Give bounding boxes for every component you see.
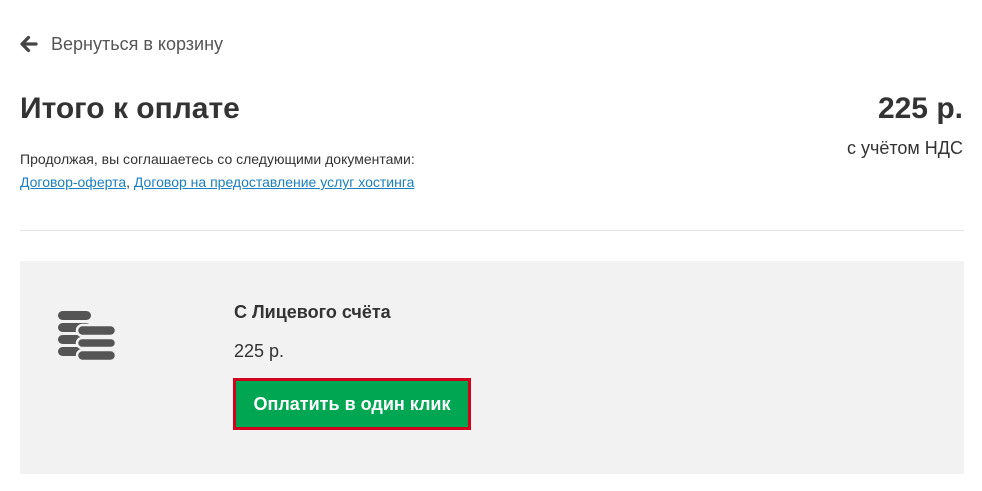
back-to-cart-link[interactable]: Вернуться в корзину	[20, 33, 223, 55]
hosting-agreement-link[interactable]: Договор на предоставление услуг хостинга	[134, 174, 415, 190]
payment-method-title: С Лицевого счёта	[234, 302, 391, 322]
arrow-left-icon	[20, 35, 38, 53]
back-to-cart-label: Вернуться в корзину	[51, 33, 224, 54]
links-separator: ,	[126, 174, 134, 190]
total-amount: 225 р.	[877, 92, 963, 125]
offer-agreement-link[interactable]: Договор-оферта	[20, 174, 126, 190]
one-click-pay-button[interactable]: Оплатить в один клик	[233, 378, 471, 430]
checkout-page: Вернуться в корзину Итого к оплате Продо…	[0, 0, 982, 491]
coins-icon	[58, 311, 116, 363]
document-links: Договор-оферта, Договор на предоставлени…	[20, 174, 414, 190]
divider	[20, 230, 964, 231]
payment-method-panel: С Лицевого счёта 225 р. Оплатить в один …	[20, 261, 964, 474]
payment-method-amount: 225 р.	[234, 341, 285, 361]
page-title: Итого к оплате	[20, 92, 240, 125]
agreement-text: Продолжая, вы соглашаетесь со следующими…	[20, 151, 415, 167]
vat-note: с учётом НДС	[846, 138, 963, 158]
one-click-pay-label: Оплатить в один клик	[253, 393, 451, 414]
